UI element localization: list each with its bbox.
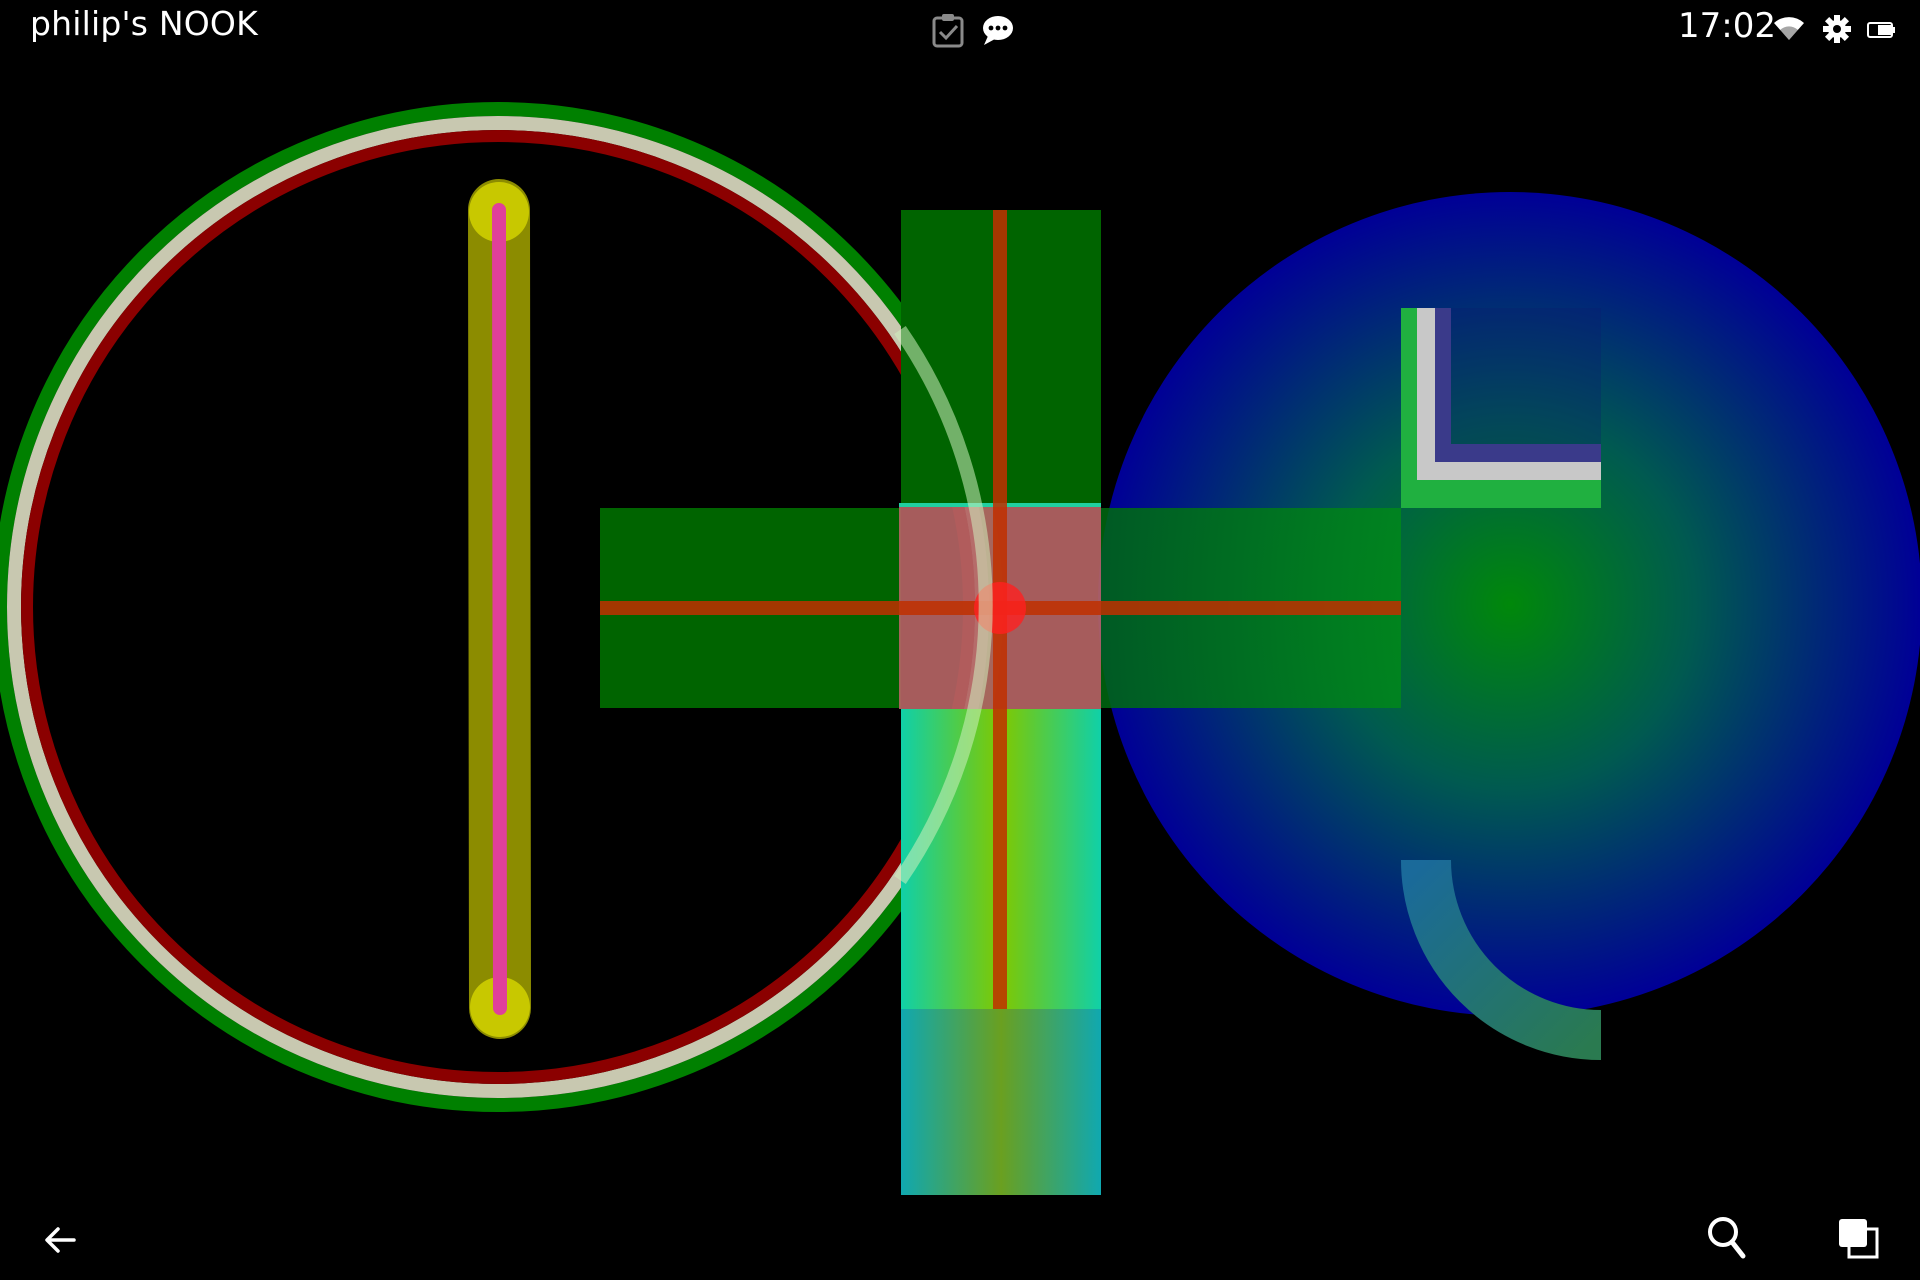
search-icon[interactable] <box>1705 1214 1749 1266</box>
corner-l-shape <box>1401 308 1601 508</box>
battery-icon <box>1866 20 1896 44</box>
recent-apps-icon[interactable] <box>1836 1216 1882 1266</box>
navigation-bar <box>0 1200 1920 1280</box>
settings-gear-icon[interactable] <box>1822 14 1852 48</box>
clock: 17:02 <box>1678 6 1776 46</box>
clipboard-check-icon <box>928 10 968 54</box>
wifi-icon <box>1772 14 1806 48</box>
status-bar: philip's NOOK 17:02 <box>0 0 1920 56</box>
device-name: philip's NOOK <box>30 4 258 43</box>
back-arrow-icon[interactable] <box>40 1220 80 1264</box>
vertical-capsule-shape <box>468 179 531 1039</box>
chat-bubble-icon <box>980 12 1016 52</box>
drawing-canvas <box>0 102 1920 1195</box>
